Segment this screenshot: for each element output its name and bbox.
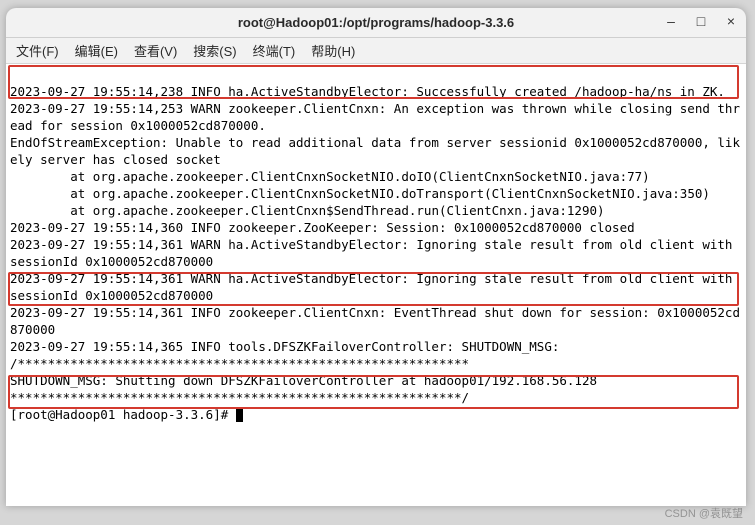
- log-line: 2023-09-27 19:55:14,361 WARN ha.ActiveSt…: [10, 271, 740, 303]
- window-controls: – □ ×: [662, 12, 740, 30]
- menubar: 文件(F) 编辑(E) 查看(V) 搜索(S) 终端(T) 帮助(H): [6, 38, 746, 64]
- menu-view[interactable]: 查看(V): [134, 41, 177, 60]
- log-line: at org.apache.zookeeper.ClientCnxnSocket…: [10, 186, 710, 201]
- cursor-icon: [236, 408, 243, 422]
- menu-file[interactable]: 文件(F): [16, 41, 59, 60]
- log-line: 2023-09-27 19:55:14,361 INFO zookeeper.C…: [10, 305, 740, 337]
- menu-search[interactable]: 搜索(S): [193, 41, 236, 60]
- log-line: 2023-09-27 19:55:14,238 INFO ha.ActiveSt…: [10, 84, 725, 99]
- log-line: /***************************************…: [10, 356, 469, 371]
- minimize-button[interactable]: –: [662, 12, 680, 30]
- log-line: at org.apache.zookeeper.ClientCnxnSocket…: [10, 169, 650, 184]
- shell-prompt: [root@Hadoop01 hadoop-3.3.6]#: [10, 407, 236, 422]
- log-line: 2023-09-27 19:55:14,253 WARN zookeeper.C…: [10, 101, 740, 133]
- terminal-content[interactable]: 2023-09-27 19:55:14,238 INFO ha.ActiveSt…: [6, 64, 746, 506]
- menu-help[interactable]: 帮助(H): [311, 41, 355, 60]
- maximize-button[interactable]: □: [692, 12, 710, 30]
- log-line: 2023-09-27 19:55:14,360 INFO zookeeper.Z…: [10, 220, 635, 235]
- menu-edit[interactable]: 编辑(E): [75, 41, 118, 60]
- window-title: root@Hadoop01:/opt/programs/hadoop-3.3.6: [238, 15, 514, 30]
- log-line: 2023-09-27 19:55:14,365 INFO tools.DFSZK…: [10, 339, 559, 354]
- watermark: CSDN @袁既望: [665, 505, 743, 521]
- log-line: ****************************************…: [10, 390, 469, 405]
- log-line: 2023-09-27 19:55:14,361 WARN ha.ActiveSt…: [10, 237, 740, 269]
- terminal-window: root@Hadoop01:/opt/programs/hadoop-3.3.6…: [6, 8, 746, 506]
- log-line: at org.apache.zookeeper.ClientCnxn$SendT…: [10, 203, 605, 218]
- titlebar: root@Hadoop01:/opt/programs/hadoop-3.3.6…: [6, 8, 746, 38]
- close-button[interactable]: ×: [722, 12, 740, 30]
- log-line: EndOfStreamException: Unable to read add…: [10, 135, 740, 167]
- menu-terminal[interactable]: 终端(T): [253, 41, 296, 60]
- log-line: SHUTDOWN_MSG: Shutting down DFSZKFailove…: [10, 373, 597, 388]
